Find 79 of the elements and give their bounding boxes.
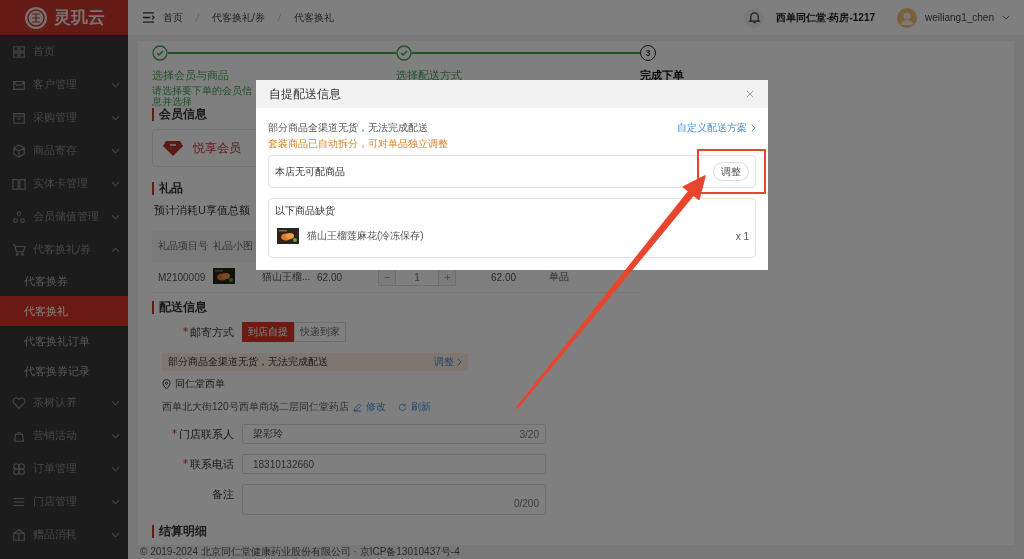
dialog-message: 部分商品全渠道无货，无法完成配送 [268,121,428,135]
grid-icon [12,44,26,59]
close-icon[interactable] [746,90,754,98]
step-title: 选择会员与商品 [152,68,230,83]
summary-label: 预计消耗U享值总额 [153,203,250,218]
field-label: 邮寄方式 [190,324,234,340]
seal-logo [23,5,48,30]
plus-icon [443,273,451,281]
table-cell-text: M2100009 [157,271,207,283]
chevron-icon [111,246,120,253]
product-quantity: x 1 [735,230,749,242]
table-cell-text: 猫山王榴... [262,270,312,284]
field-label: 联系电话 [190,456,234,472]
card-text: 本店无可配商品 [275,164,345,179]
required-icon [183,327,188,332]
chevron-icon [111,498,120,505]
adjust-button[interactable]: 调整 [713,162,749,181]
circles-icon [12,461,26,476]
book-icon [12,176,26,191]
custom-plan-link[interactable]: 自定义配送方案 [677,121,747,135]
chevron-icon [111,465,120,472]
chevron-icon [111,147,120,154]
brand-name: 灵玑云 [53,7,105,29]
chevron-icon [111,432,120,439]
table-cell-text: 62.00 [317,271,344,283]
warning-text: 部分商品全渠道无货，无法完成配送 [168,355,329,369]
table-cell-text: 单品 [549,270,570,284]
chevron-icon[interactable] [751,124,756,132]
chevron-icon [111,180,120,187]
edit-link[interactable]: 修改 [365,400,386,414]
breadcrumb-link[interactable]: 代客换礼 [293,10,334,25]
member-tier-label: 悦享会员 [193,139,241,157]
people-icon [12,209,26,224]
chevron-icon[interactable] [457,358,462,366]
field-label: 门店联系人 [179,426,234,442]
delivery-option[interactable]: 到店自提 [242,322,294,342]
product-name: 猫山王榴莲麻花(冷冻保存) [307,229,424,243]
chevron-icon [111,213,120,220]
field-label: 备注 [212,486,234,502]
card-title: 以下商品缺货 [275,204,336,218]
chevron-icon [111,399,120,406]
step-title: 完成下单 [640,68,685,83]
breadcrumb-link[interactable]: 首页 [163,10,183,25]
refresh-link[interactable]: 刷新 [410,400,431,414]
input-field[interactable]: 18310132660 [242,454,546,474]
highlight-frame [697,149,766,194]
menu-icon[interactable] [142,12,155,23]
sidebar-subitem[interactable]: 代客换礼 [0,296,128,326]
input-field[interactable]: 梁彩玲 3/20 [242,424,546,444]
delivery-option[interactable]: 快递到家 [294,322,346,342]
refresh-icon[interactable] [397,402,407,412]
cart-icon [12,242,26,257]
section-title: 结算明细 [152,525,1000,538]
pencil-icon[interactable] [352,402,362,412]
heart-icon [12,395,26,410]
avatar-icon[interactable] [897,7,918,28]
note-text: 套装商品已自动拆分，可对单品独立调整 [268,137,449,151]
caret-icon[interactable] [1002,15,1010,20]
remark-field[interactable]: 0/200 [242,484,546,515]
table-cell-text: 62.00 [491,271,518,283]
dialog-title: 自提配送信息 [269,85,341,103]
location-pin-icon [162,378,171,390]
gem-icon [163,140,183,156]
chevron-icon [111,531,120,538]
archive-icon [12,110,26,125]
chevron-icon [111,114,120,121]
chevron-icon [111,81,120,88]
adjust-link[interactable]: 调整 [434,355,454,369]
notification-icon[interactable] [744,7,765,28]
char-counter: 3/20 [519,428,539,440]
breadcrumb-link[interactable]: 代客换礼/券 [212,10,265,25]
box-icon [12,527,26,542]
step-title: 选择配送方式 [396,68,463,83]
user-name[interactable]: weiliang1_chen [925,12,994,23]
char-counter: 0/200 [513,498,539,509]
store-title: 同仁堂西单 [175,377,225,391]
cube-icon [12,143,26,158]
step-description: 请选择要下单的会员信息并选择 [152,85,252,107]
store-name[interactable]: 西单同仁堂-药房-1217 [776,10,876,25]
